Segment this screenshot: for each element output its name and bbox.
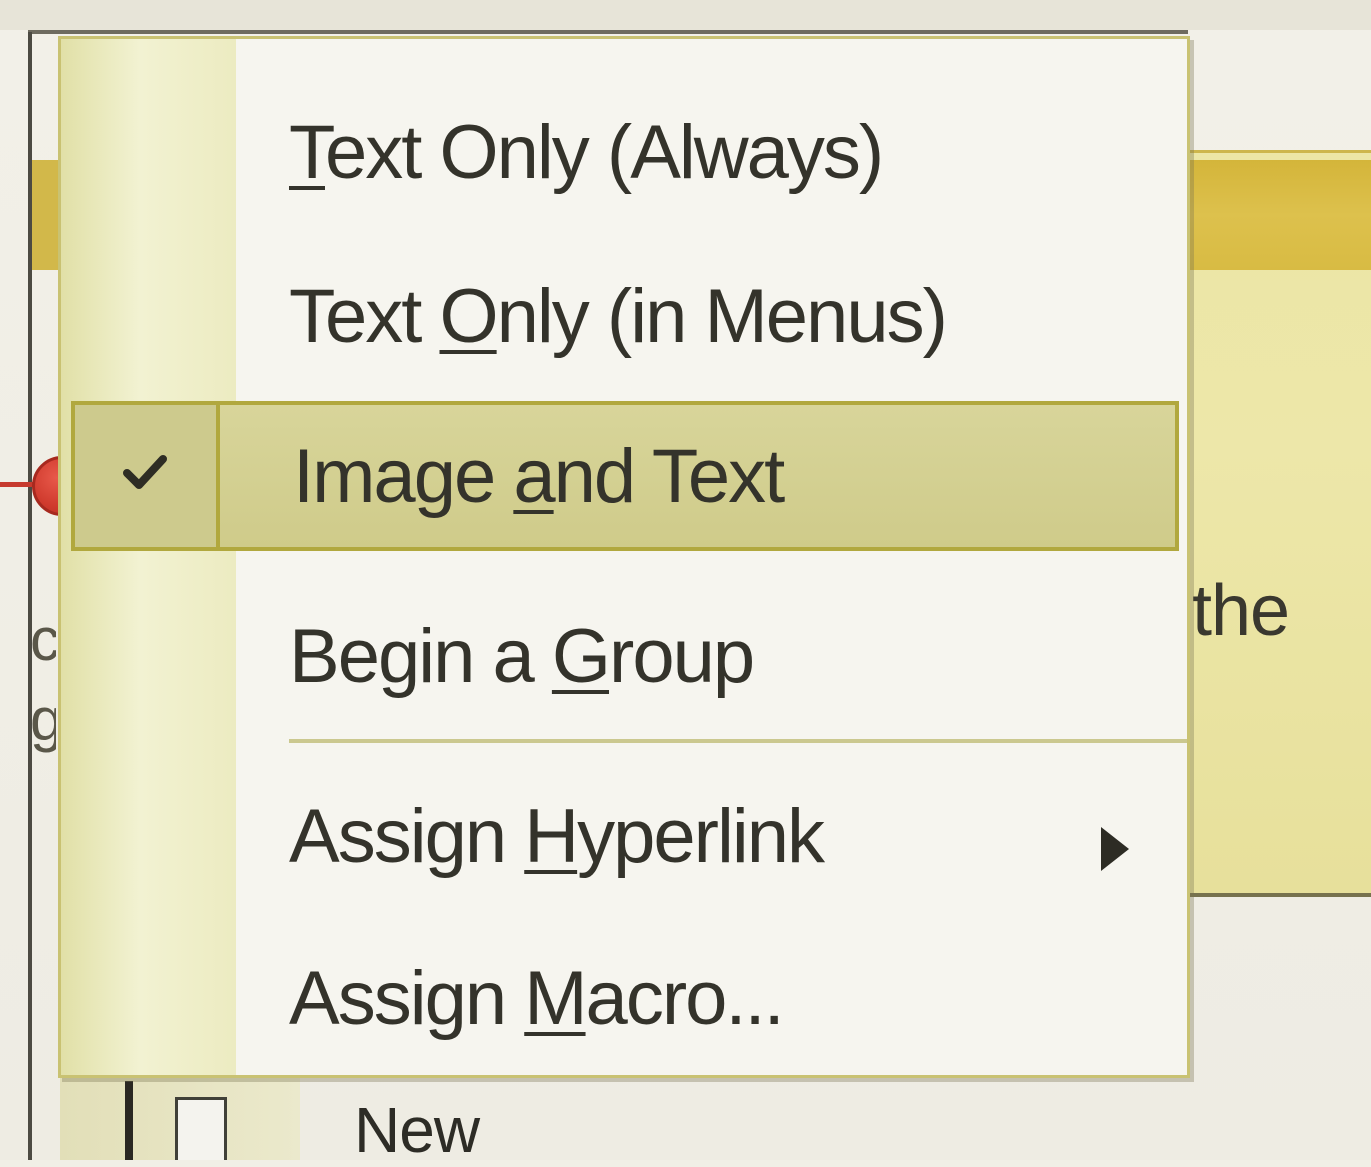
menu-item-assign-hyperlink[interactable]: Assign Hyperlink bbox=[61, 759, 1187, 909]
menu-item-label: Text Only (Always) bbox=[289, 110, 884, 195]
background-left-accent bbox=[32, 160, 60, 270]
checked-indicator bbox=[75, 405, 220, 547]
menu-item-text-only-in-menus[interactable]: Text Only (in Menus) bbox=[61, 249, 1187, 399]
button-context-menu: Text Only (Always) Text Only (in Menus) … bbox=[58, 36, 1190, 1078]
new-item-label: New bbox=[354, 1094, 480, 1166]
menu-item-label: Begin a Group bbox=[289, 614, 755, 699]
menu-item-assign-macro[interactable]: Assign Macro... bbox=[61, 925, 1187, 1075]
document-icon bbox=[175, 1097, 227, 1160]
check-icon bbox=[123, 455, 167, 489]
background-text-fragment: the bbox=[1192, 571, 1290, 651]
menu-item-label: Assign Hyperlink bbox=[289, 794, 825, 879]
background-frame-left bbox=[28, 32, 32, 1160]
background-frame-top bbox=[28, 30, 1188, 34]
menu-item-image-and-text[interactable]: Image and Text bbox=[71, 401, 1179, 551]
background-menu-row-new[interactable]: New bbox=[0, 1075, 1371, 1166]
menu-item-begin-a-group[interactable]: Begin a Group bbox=[61, 587, 1187, 737]
menu-item-text-only-always[interactable]: Text Only (Always) bbox=[61, 89, 1187, 239]
submenu-arrow-icon bbox=[1101, 827, 1129, 871]
background-accent-band bbox=[1188, 160, 1371, 270]
menu-separator bbox=[289, 739, 1187, 743]
background-top-strip bbox=[0, 0, 1371, 30]
background-left-glyphs: c g bbox=[30, 606, 56, 753]
menu-item-label: Image and Text bbox=[293, 434, 785, 519]
menu-item-label: Assign Macro... bbox=[289, 956, 785, 1041]
menu-item-label: Text Only (in Menus) bbox=[289, 274, 948, 359]
